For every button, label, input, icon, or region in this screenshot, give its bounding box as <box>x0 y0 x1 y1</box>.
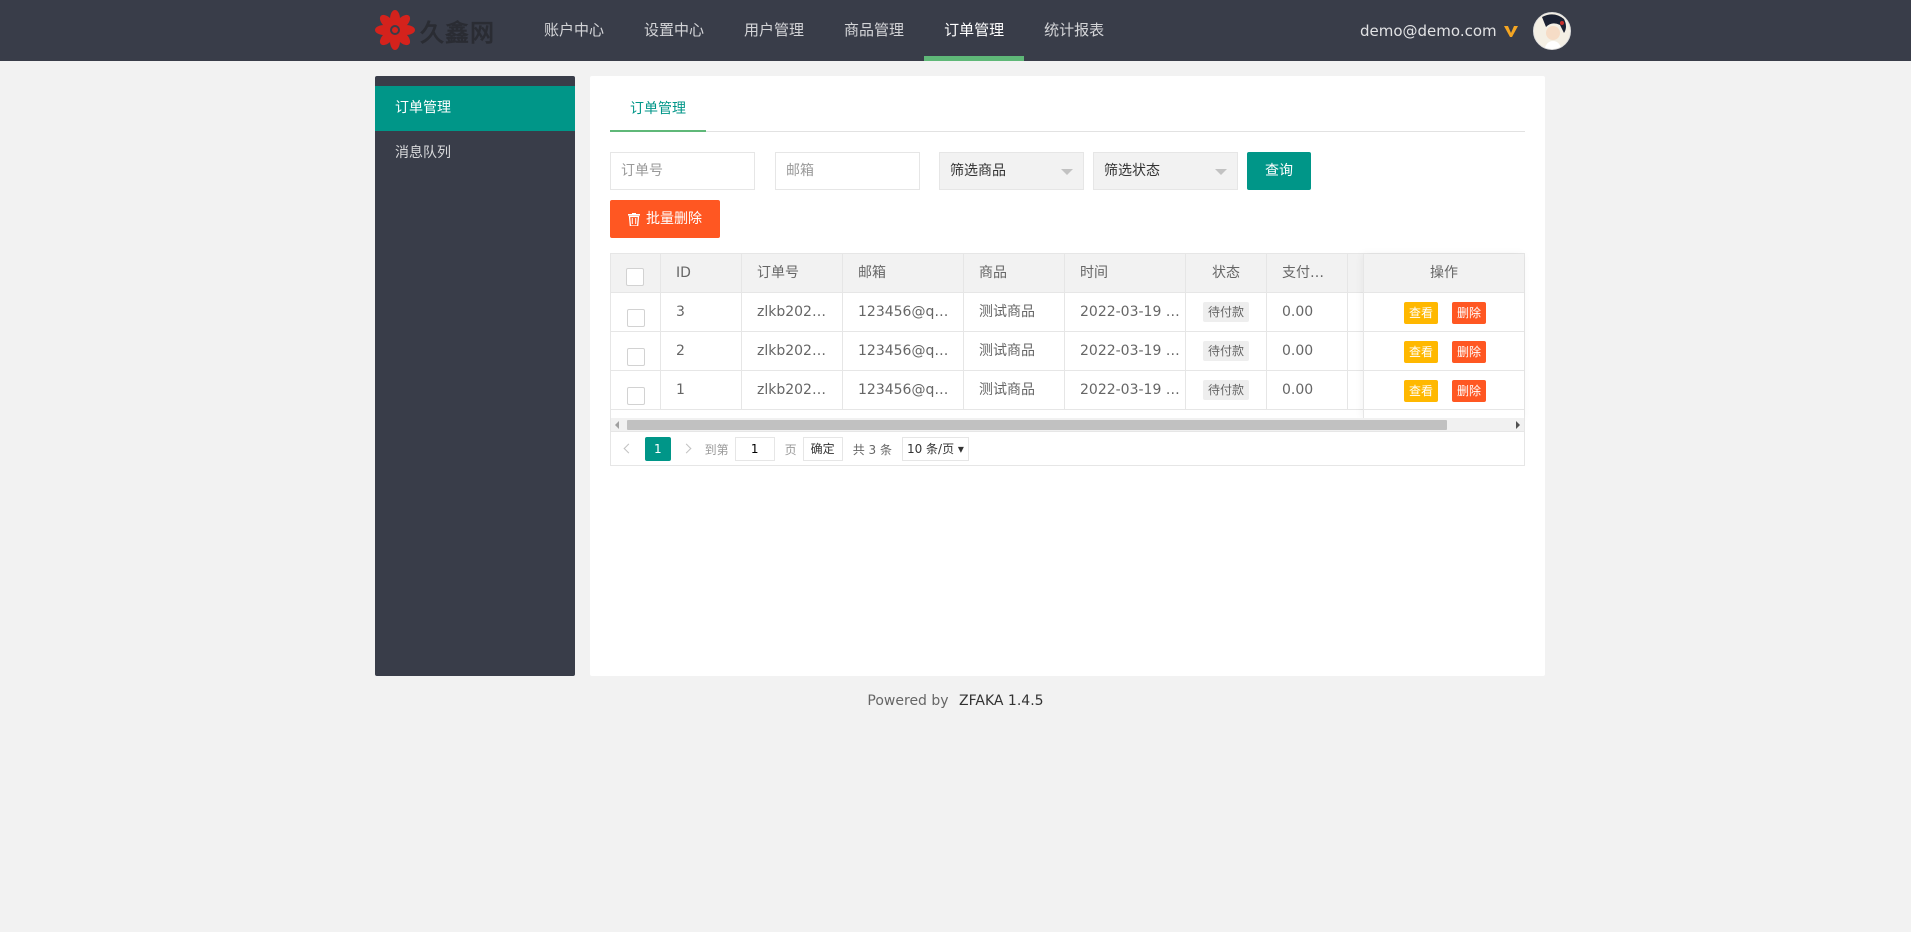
row-checkbox[interactable] <box>627 348 645 366</box>
cell-paid: 0.00 <box>1267 332 1348 370</box>
horizontal-scrollbar[interactable] <box>611 418 1524 432</box>
delete-button[interactable]: 删除 <box>1452 302 1487 324</box>
actions-cell: 查看 删除 <box>1364 332 1524 371</box>
select-all-checkbox[interactable] <box>626 268 644 286</box>
product-filter-value: 筛选商品 <box>950 163 1006 179</box>
col-id[interactable]: ID <box>661 254 742 292</box>
col-time[interactable]: 时间 <box>1065 254 1186 292</box>
col-actions: 操作 <box>1364 254 1524 293</box>
status-filter-value: 筛选状态 <box>1104 163 1160 179</box>
sidebar: 订单管理 消息队列 <box>375 76 575 676</box>
vip-v-icon <box>1503 25 1518 37</box>
batch-delete-button[interactable]: 批量删除 <box>610 200 720 238</box>
page-unit-label: 页 <box>784 442 797 457</box>
status-filter-select[interactable]: 筛选状态 <box>1093 152 1238 190</box>
actions-column: 操作 查看 删除 查看 删除 查看 删除 <box>1363 254 1524 418</box>
trash-icon <box>628 212 640 226</box>
product-filter-select[interactable]: 筛选商品 <box>939 152 1084 190</box>
cell-email: 123456@q… <box>843 293 964 331</box>
footer: Powered by ZFAKA 1.4.5 <box>0 693 1911 709</box>
orders-table: ID 订单号 邮箱 商品 时间 状态 支付… 3 zlkb202… 123456… <box>610 253 1525 466</box>
col-product[interactable]: 商品 <box>964 254 1065 292</box>
tab-bar: 订单管理 <box>610 88 1525 132</box>
caret-down-icon <box>1215 169 1227 175</box>
email-input[interactable] <box>775 152 920 190</box>
cell-id: 3 <box>661 293 742 331</box>
sidebar-item-order-management[interactable]: 订单管理 <box>375 86 575 131</box>
sidebar-item-message-queue[interactable]: 消息队列 <box>375 131 575 176</box>
product-version-link[interactable]: ZFAKA 1.4.5 <box>959 693 1044 709</box>
caret-down-icon <box>1061 169 1073 175</box>
page-size-select[interactable]: 10 条/页 ▾ <box>901 437 969 461</box>
nav-product-management[interactable]: 商品管理 <box>824 0 924 61</box>
col-order-no[interactable]: 订单号 <box>742 254 843 292</box>
nav-user-management[interactable]: 用户管理 <box>724 0 824 61</box>
status-badge: 待付款 <box>1202 380 1249 400</box>
col-hidden <box>1348 254 1364 292</box>
user-avatar-icon <box>1533 12 1570 49</box>
brand-logo[interactable]: 久鑫网 <box>374 8 495 52</box>
cell-paid: 0.00 <box>1267 371 1348 409</box>
cell-product: 测试商品 <box>964 371 1065 409</box>
cell-id: 1 <box>661 371 742 409</box>
page-size-value: 10 条/页 <box>906 442 955 456</box>
cell-order-no: zlkb202… <box>742 293 843 331</box>
goto-page-input[interactable] <box>734 437 775 461</box>
query-button[interactable]: 查询 <box>1247 152 1311 190</box>
nav-statistics-report[interactable]: 统计报表 <box>1024 0 1124 61</box>
pagination: 1 到第 页 确定 共 3 条 10 条/页 ▾ <box>611 433 1524 465</box>
col-paid[interactable]: 支付… <box>1267 254 1348 292</box>
cell-time: 2022-03-19 … <box>1065 371 1186 409</box>
batch-delete-label: 批量删除 <box>646 211 702 227</box>
order-no-input[interactable] <box>610 152 755 190</box>
view-button[interactable]: 查看 <box>1404 302 1439 324</box>
cell-paid: 0.00 <box>1267 293 1348 331</box>
cell-product: 测试商品 <box>964 293 1065 331</box>
cell-email: 123456@q… <box>843 332 964 370</box>
cell-time: 2022-03-19 … <box>1065 293 1186 331</box>
cell-order-no: zlkb202… <box>742 332 843 370</box>
user-email[interactable]: demo@demo.com <box>1360 22 1497 40</box>
tab-order-management[interactable]: 订单管理 <box>610 88 706 132</box>
view-button[interactable]: 查看 <box>1404 380 1439 402</box>
powered-by-label: Powered by <box>867 693 949 709</box>
scroll-thumb[interactable] <box>627 420 1447 430</box>
col-email[interactable]: 邮箱 <box>843 254 964 292</box>
col-status[interactable]: 状态 <box>1186 254 1267 292</box>
row-checkbox[interactable] <box>627 309 645 327</box>
avatar[interactable] <box>1532 11 1571 50</box>
cell-id: 2 <box>661 332 742 370</box>
status-badge: 待付款 <box>1202 302 1249 322</box>
cell-product: 测试商品 <box>964 332 1065 370</box>
scroll-left-arrow-icon[interactable] <box>615 421 619 429</box>
scroll-right-arrow-icon[interactable] <box>1516 421 1520 429</box>
next-page-icon[interactable] <box>681 442 695 456</box>
total-count: 共 3 条 <box>852 442 892 457</box>
brand-name: 久鑫网 <box>420 17 495 47</box>
header-checkbox-cell <box>611 254 661 292</box>
cell-time: 2022-03-19 … <box>1065 332 1186 370</box>
actions-cell: 查看 删除 <box>1364 293 1524 332</box>
view-button[interactable]: 查看 <box>1404 341 1439 363</box>
nav-order-management[interactable]: 订单管理 <box>924 0 1025 61</box>
top-header: 久鑫网 账户中心 设置中心 用户管理 商品管理 订单管理 统计报表 demo@d… <box>0 0 1911 61</box>
user-menu[interactable]: demo@demo.com <box>1360 0 1571 61</box>
main-nav: 账户中心 设置中心 用户管理 商品管理 订单管理 统计报表 <box>524 0 1124 61</box>
cell-email: 123456@q… <box>843 371 964 409</box>
delete-button[interactable]: 删除 <box>1452 341 1487 363</box>
row-checkbox[interactable] <box>627 387 645 405</box>
nav-settings-center[interactable]: 设置中心 <box>624 0 724 61</box>
goto-confirm-button[interactable]: 确定 <box>802 437 843 461</box>
cell-order-no: zlkb202… <box>742 371 843 409</box>
nav-account-center[interactable]: 账户中心 <box>524 0 624 61</box>
main-panel: 订单管理 筛选商品 筛选状态 查询 批量删除 ID 订单号 邮箱 商品 <box>590 76 1545 676</box>
status-badge: 待付款 <box>1202 341 1249 361</box>
goto-label: 到第 <box>704 442 729 457</box>
prev-page-icon[interactable] <box>621 442 635 456</box>
current-page[interactable]: 1 <box>645 437 671 461</box>
delete-button[interactable]: 删除 <box>1452 380 1487 402</box>
actions-cell: 查看 删除 <box>1364 371 1524 410</box>
flower-logo-icon <box>375 10 415 50</box>
